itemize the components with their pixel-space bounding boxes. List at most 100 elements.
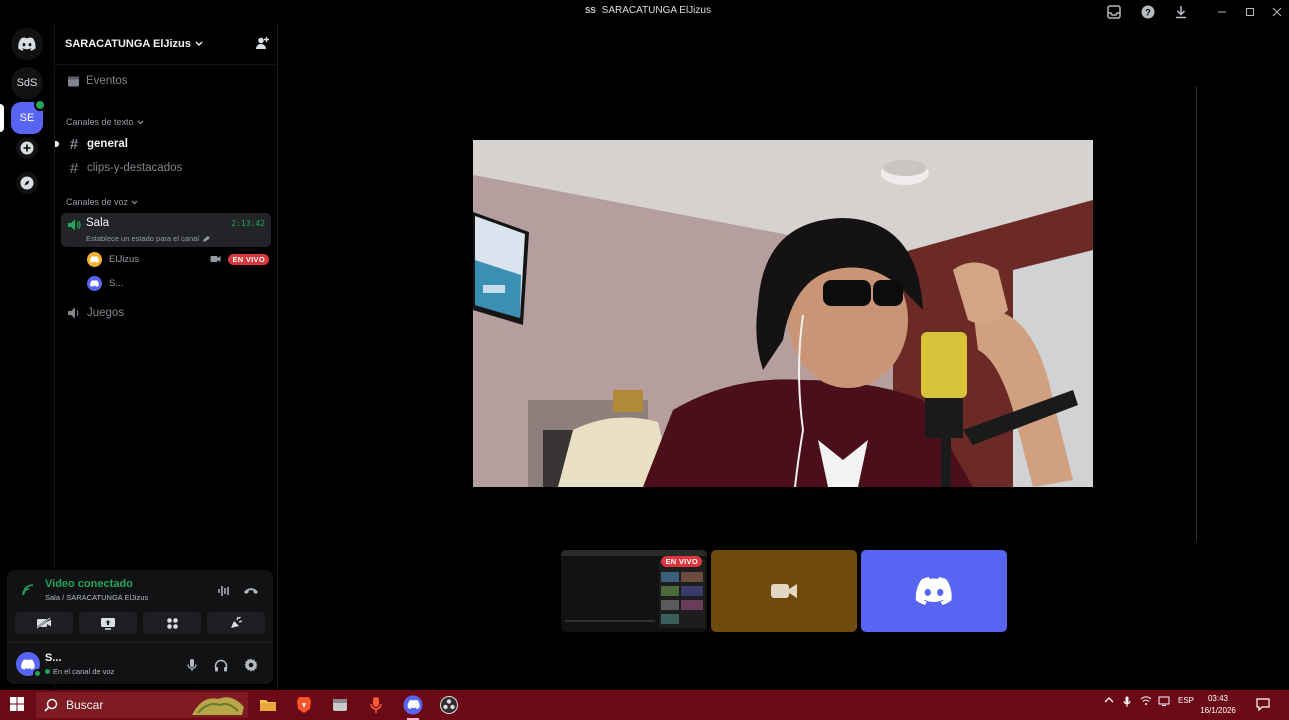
- minimize-icon[interactable]: [1212, 3, 1232, 21]
- status-dot: [45, 669, 50, 674]
- tray-language-text: ESP: [1178, 696, 1195, 705]
- search-icon: [44, 698, 58, 712]
- channel-status-text: Establece un estado para el canal: [86, 234, 199, 243]
- video-camera-icon: [771, 584, 797, 598]
- screen-share-icon: [101, 617, 115, 630]
- stage-scrollbar[interactable]: [1196, 86, 1197, 541]
- avatar: [87, 251, 102, 267]
- hashtag-icon: #: [69, 135, 79, 153]
- tray-language[interactable]: ESP: [1178, 696, 1194, 705]
- clock-time: 03:43: [1207, 694, 1229, 703]
- voice-member-eljizus[interactable]: ElJizus EN VIVO: [87, 249, 269, 269]
- headphones-icon[interactable]: [212, 656, 230, 674]
- panel-divider: [7, 642, 273, 643]
- main-video-feed[interactable]: [473, 140, 1093, 487]
- tray-chevron-up-icon[interactable]: [1104, 696, 1114, 704]
- window-titlebar: SS SARACATUNGA ElJizus ?: [0, 0, 1289, 24]
- discord-home-icon[interactable]: [11, 28, 43, 60]
- server-name[interactable]: SARACATUNGA ElJizus: [65, 38, 203, 50]
- voice-status-title[interactable]: Video conectado: [45, 578, 133, 590]
- activities-button[interactable]: [143, 612, 201, 634]
- voice-timer: 2:13:42: [231, 219, 265, 228]
- category-text-channels[interactable]: Canales de texto: [66, 117, 144, 127]
- close-icon[interactable]: [1267, 3, 1287, 21]
- voice-channel-sala[interactable]: Sala 2:13:42 Establece un estado para el…: [61, 213, 271, 247]
- window-title-text: SARACATUNGA ElJizus: [601, 5, 711, 16]
- speaker-icon: [68, 219, 81, 231]
- invite-people-icon[interactable]: [255, 36, 269, 53]
- camera-thumbnail[interactable]: [711, 550, 857, 632]
- title-server-initials: SS: [585, 6, 596, 15]
- taskbar-search[interactable]: Buscar: [36, 692, 248, 718]
- svg-text:?: ?: [1145, 8, 1151, 18]
- channel-clips-label: clips-y-destacados: [87, 162, 183, 174]
- server-voice-badge: [34, 99, 46, 111]
- obs-icon[interactable]: [437, 693, 461, 717]
- search-placeholder: Buscar: [66, 698, 104, 712]
- server-header[interactable]: SARACATUNGA ElJizus: [65, 34, 269, 54]
- windows-start-icon[interactable]: [10, 697, 24, 711]
- channel-sidebar: SARACATUNGA ElJizus Eventos Canales de t…: [7, 24, 279, 690]
- file-explorer-icon[interactable]: [256, 693, 280, 717]
- clock-date: 16/1/2026: [1200, 706, 1236, 715]
- connection-signal-icon[interactable]: [21, 583, 35, 597]
- settings-gear-icon[interactable]: [242, 656, 260, 674]
- help-icon[interactable]: ?: [1139, 3, 1157, 21]
- server-icon-se[interactable]: SE: [11, 99, 46, 134]
- brave-browser-icon[interactable]: [292, 693, 316, 717]
- tray-microphone-icon[interactable]: [1123, 696, 1131, 708]
- noise-suppression-icon[interactable]: [215, 583, 233, 599]
- disconnect-icon[interactable]: [242, 583, 260, 599]
- user-status-text: En el canal de voz: [53, 667, 115, 676]
- tray-display-icon[interactable]: [1158, 696, 1170, 706]
- voice-connection-panel: Video conectado Sala / SARACATUNGA ElJiz…: [7, 570, 273, 684]
- taskbar-clock[interactable]: 03:43 16/1/2026: [1196, 693, 1240, 717]
- camera-off-icon: [36, 617, 51, 629]
- voice-member-s[interactable]: S...: [87, 273, 269, 293]
- chevron-down-icon: [131, 200, 138, 204]
- stream-thumbnail[interactable]: EN VIVO: [561, 550, 707, 632]
- header-divider: [55, 64, 279, 65]
- online-status-dot: [33, 669, 42, 678]
- explore-servers-icon[interactable]: [16, 172, 38, 194]
- discord-user-thumbnail[interactable]: [861, 550, 1007, 632]
- camera-off-button[interactable]: [15, 612, 73, 634]
- voice-status-subtitle[interactable]: Sala / SARACATUNGA ElJizus: [45, 593, 148, 602]
- user-avatar[interactable]: [16, 652, 42, 678]
- user-name[interactable]: S...: [45, 652, 62, 664]
- add-server-icon[interactable]: [16, 137, 38, 159]
- voice-stage: EN VIVO: [278, 24, 1289, 690]
- discord-taskbar-icon[interactable]: [401, 693, 425, 720]
- tray-network-icon[interactable]: [1140, 696, 1152, 706]
- hashtag-icon: #: [69, 159, 79, 177]
- windows-taskbar: Buscar ESP 03:43 16/1/2026: [0, 690, 1289, 720]
- download-icon[interactable]: [1172, 3, 1190, 21]
- avatar: [87, 275, 102, 291]
- server-sds-label: SdS: [16, 77, 38, 89]
- channel-general-label: general: [87, 138, 128, 150]
- server-icon-sds[interactable]: SdS: [11, 67, 43, 99]
- channel-clips-y-destacados[interactable]: # clips-y-destacados: [61, 157, 271, 179]
- search-highlight-image: [192, 697, 244, 715]
- channel-general[interactable]: # general: [55, 133, 271, 155]
- microphone-icon[interactable]: [183, 656, 201, 674]
- window-title: SS SARACATUNGA ElJizus: [585, 5, 711, 16]
- speaker-icon: [68, 307, 79, 319]
- chevron-down-icon: [137, 120, 143, 124]
- notifications-icon[interactable]: [1256, 697, 1270, 711]
- app-window-icon[interactable]: [328, 693, 352, 717]
- pencil-icon: [203, 235, 210, 242]
- screen-share-button[interactable]: [79, 612, 137, 634]
- maximize-icon[interactable]: [1240, 3, 1260, 21]
- calendar-icon: [68, 76, 79, 87]
- active-server-indicator: [0, 104, 4, 132]
- channel-status-hint[interactable]: Establece un estado para el canal: [86, 234, 210, 243]
- recorder-icon[interactable]: [364, 693, 388, 717]
- events-row[interactable]: Eventos: [61, 70, 271, 92]
- voice-channel-juegos[interactable]: Juegos: [61, 302, 271, 324]
- inbox-icon[interactable]: [1105, 3, 1123, 21]
- category-voice-channels[interactable]: Canales de voz: [66, 197, 138, 207]
- voice-actions: [15, 612, 265, 634]
- soundboard-button[interactable]: [207, 612, 265, 634]
- camera-icon: [210, 256, 221, 262]
